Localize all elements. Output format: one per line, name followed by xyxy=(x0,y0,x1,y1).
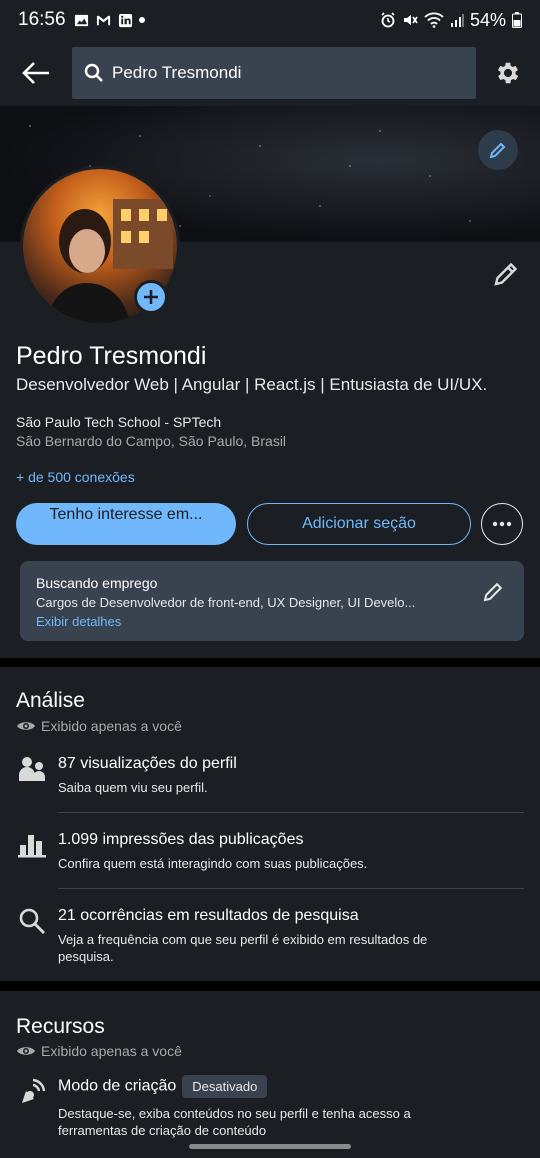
analytics-item-subtitle: Veja a frequência com que seu perfil é e… xyxy=(58,932,428,964)
divider xyxy=(58,888,524,889)
people-icon xyxy=(19,757,45,781)
pencil-icon[interactable] xyxy=(482,581,504,603)
alarm-icon xyxy=(381,12,395,28)
private-note-text: Exibido apenas a você xyxy=(41,1043,182,1059)
creator-mode-item[interactable]: Modo de criação Desativado Destaque-se, e… xyxy=(0,1075,540,1147)
search-icon xyxy=(84,63,103,82)
creator-mode-title-row: Modo de criação Desativado xyxy=(58,1075,268,1098)
top-bar: Pedro Tresmondi xyxy=(0,40,540,106)
open-to-button[interactable]: Tenho interesse em... xyxy=(16,503,236,545)
battery-level: 54% xyxy=(469,9,506,30)
back-arrow-icon xyxy=(22,62,49,84)
analytics-item-subtitle: Confira quem está interagindo com suas p… xyxy=(58,856,368,871)
analytics-title: Análise xyxy=(16,689,85,712)
profile-headline: Desenvolvedor Web | Angular | React.js |… xyxy=(16,375,488,394)
open-to-work-card[interactable]: Buscando emprego Cargos de Desenvolvedor… xyxy=(20,561,524,641)
search-input[interactable]: Pedro Tresmondi xyxy=(72,47,476,99)
pencil-icon xyxy=(489,142,506,159)
gallery-icon xyxy=(74,14,88,26)
creator-mode-subtitle: Destaque-se, exiba conteúdos no seu perf… xyxy=(58,1106,411,1138)
private-note: Exibido apenas a você xyxy=(16,1043,182,1059)
private-note: Exibido apenas a você xyxy=(16,718,182,734)
edit-profile-button[interactable] xyxy=(490,258,522,290)
creator-mode-title: Modo de criação xyxy=(58,1077,177,1095)
analytics-item-impressions[interactable]: 1.099 impressões das publicações Confira… xyxy=(0,831,540,891)
notification-dot-icon xyxy=(138,17,145,23)
search-value: Pedro Tresmondi xyxy=(112,63,242,82)
resources-section: Recursos Exibido apenas a você Modo de c… xyxy=(0,991,540,1158)
analytics-section: Análise Exibido apenas a você 87 visuali… xyxy=(0,667,540,981)
signal-icon xyxy=(450,14,464,27)
analytics-item-title: 1.099 impressões das publicações xyxy=(58,831,304,848)
analytics-item-title: 21 ocorrências em resultados de pesquisa xyxy=(58,907,359,924)
otw-title: Buscando emprego xyxy=(36,575,158,591)
private-note-text: Exibido apenas a você xyxy=(41,718,182,734)
status-bar: 16:56 54% xyxy=(0,0,540,40)
plus-icon xyxy=(144,290,158,304)
eye-icon xyxy=(17,722,35,730)
analytics-item-profile-views[interactable]: 87 visualizações do perfil Saiba quem vi… xyxy=(0,755,540,815)
bar-chart-icon xyxy=(18,835,46,858)
more-dots-icon xyxy=(492,521,512,527)
analytics-item-title: 87 visualizações do perfil xyxy=(58,755,237,772)
status-badge: Desativado xyxy=(182,1075,268,1098)
add-photo-button[interactable] xyxy=(134,280,168,314)
profile-location: São Bernardo do Campo, São Paulo, Brasil xyxy=(16,433,287,449)
creator-mode-icon xyxy=(22,1078,46,1103)
battery-icon xyxy=(512,12,522,28)
wifi-icon xyxy=(424,12,444,28)
back-button[interactable] xyxy=(0,40,72,106)
divider xyxy=(58,812,524,813)
gear-icon xyxy=(497,62,519,84)
profile-card: Pedro Tresmondi Desenvolvedor Web | Angu… xyxy=(0,106,540,658)
profile-name: Pedro Tresmondi xyxy=(16,342,207,370)
mute-icon xyxy=(403,15,418,25)
pencil-icon xyxy=(494,262,518,286)
more-button[interactable] xyxy=(481,503,523,545)
gmail-icon xyxy=(96,15,110,25)
analytics-item-search-appearances[interactable]: 21 ocorrências em resultados de pesquisa… xyxy=(0,907,540,971)
status-time: 16:56 xyxy=(18,9,66,30)
home-indicator[interactable] xyxy=(189,1144,351,1149)
search-icon xyxy=(19,908,45,934)
edit-banner-button[interactable] xyxy=(478,130,518,170)
otw-description: Cargos de Desenvolvedor de front-end, UX… xyxy=(36,595,416,610)
add-section-button[interactable]: Adicionar seção xyxy=(247,503,471,545)
profile-school[interactable]: São Paulo Tech School - SPTech xyxy=(16,414,221,430)
eye-icon xyxy=(17,1047,35,1055)
linkedin-icon xyxy=(118,13,132,27)
connections-link[interactable]: + de 500 conexões xyxy=(16,469,135,485)
resources-title: Recursos xyxy=(16,1015,105,1038)
settings-button[interactable] xyxy=(476,40,540,106)
analytics-item-subtitle: Saiba quem viu seu perfil. xyxy=(58,780,208,795)
otw-details-link[interactable]: Exibir detalhes xyxy=(36,614,508,629)
